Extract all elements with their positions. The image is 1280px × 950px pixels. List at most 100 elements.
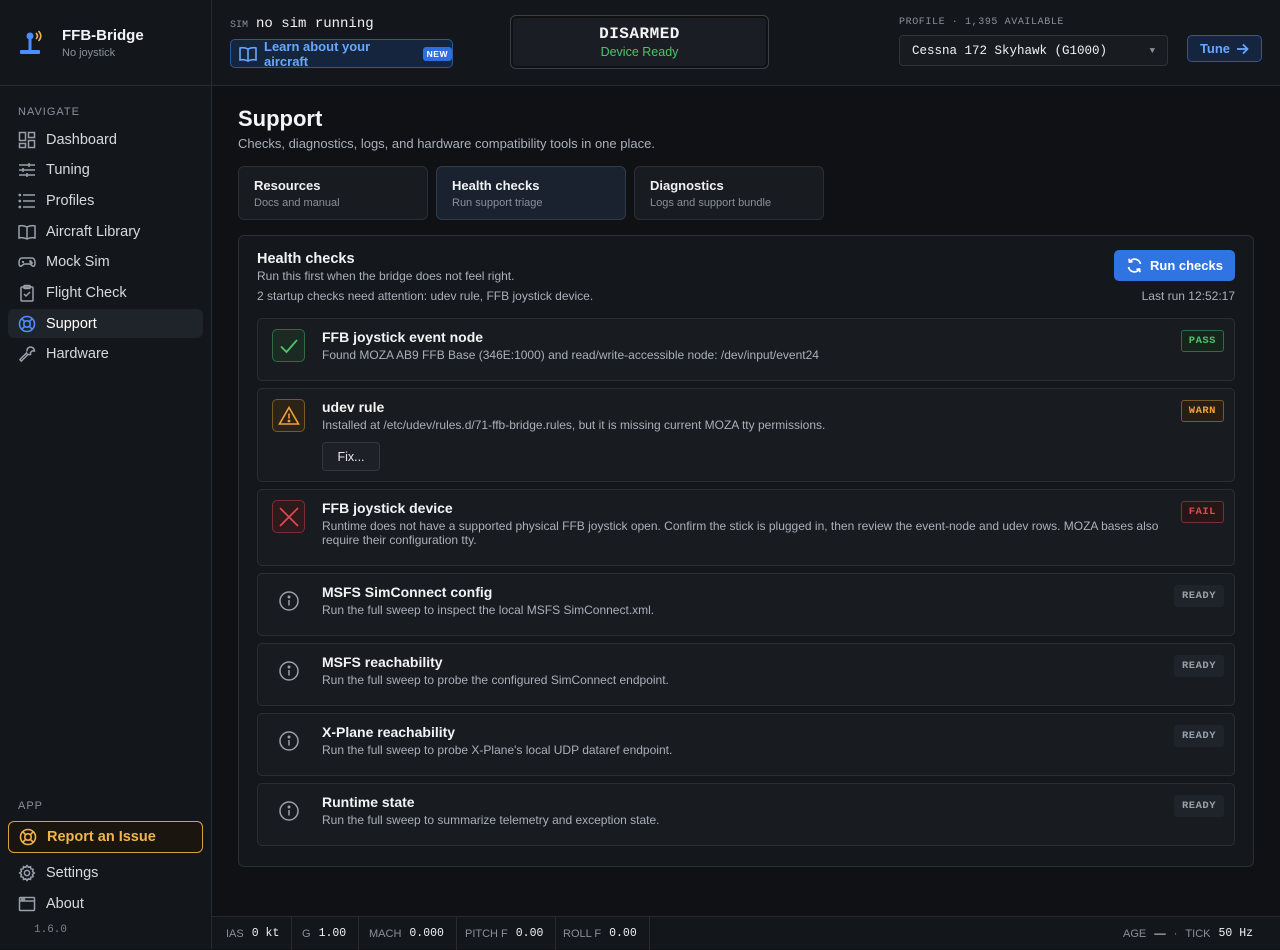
pitch-value: 0.00	[515, 927, 544, 940]
panel-title: Health checks	[257, 251, 355, 267]
app-name: FFB-Bridge	[62, 26, 144, 44]
sidebar-item-mock-sim[interactable]: Mock Sim	[8, 247, 203, 276]
tab-subtitle: Run support triage	[452, 197, 543, 209]
app-version: 1.6.0	[34, 924, 68, 936]
check-title: X-Plane reachability	[322, 724, 456, 740]
arm-status-panel: DISARMED Device Ready	[510, 15, 769, 69]
lifebuoy-icon	[18, 315, 36, 333]
device-status: Device Ready	[600, 45, 679, 59]
report-issue-label: Report an Issue	[47, 829, 156, 845]
status-badge: READY	[1173, 725, 1224, 747]
tab-subtitle: Logs and support bundle	[650, 197, 772, 209]
attention-summary: 2 startup checks need attention: udev ru…	[257, 289, 594, 303]
health-checks-panel: Health checks Run this first when the br…	[238, 235, 1254, 867]
mach-value: 0.000	[409, 927, 444, 940]
check-description: Run the full sweep to probe X-Plane's lo…	[322, 743, 673, 757]
status-badge: WARN	[1180, 400, 1224, 422]
age-label: AGE	[1123, 927, 1147, 940]
learn-aircraft-label: Learn about your aircraft	[264, 38, 371, 69]
tune-label: Tune	[1199, 41, 1231, 56]
info-icon	[272, 654, 305, 687]
sim-value: no sim running	[256, 16, 374, 32]
sidebar-item-label: Hardware	[46, 345, 109, 362]
check-title: FFB joystick event node	[322, 329, 484, 345]
nav-caption: NAVIGATE	[18, 106, 80, 118]
check-row-runtime-state: Runtime state Run the full sweep to summ…	[257, 783, 1235, 846]
roll-readout: ROLL F 0.00	[563, 917, 650, 950]
run-checks-button[interactable]: Run checks	[1114, 250, 1235, 281]
check-title: FFB joystick device	[322, 500, 453, 516]
pitch-label: PITCH F	[465, 927, 508, 940]
refresh-icon	[1126, 257, 1143, 274]
sidebar-item-label: Aircraft Library	[46, 223, 141, 240]
sliders-icon	[18, 161, 36, 179]
sidebar-item-aircraft-library[interactable]: Aircraft Library	[8, 217, 203, 246]
sidebar-item-label: Support	[46, 315, 97, 332]
check-icon	[272, 329, 305, 362]
new-badge: NEW	[422, 46, 452, 61]
window-icon	[18, 895, 36, 913]
check-description: Installed at /etc/udev/rules.d/71-ffb-br…	[322, 418, 826, 432]
check-title: MSFS SimConnect config	[322, 584, 493, 600]
sidebar-item-about[interactable]: About	[8, 889, 203, 918]
info-icon	[272, 584, 305, 617]
page-title: Support	[238, 106, 323, 131]
roll-label: ROLL F	[563, 927, 602, 940]
pitch-readout: PITCH F 0.00	[465, 917, 557, 950]
mach-readout: MACH 0.000	[369, 917, 457, 950]
status-badge: FAIL	[1180, 501, 1224, 523]
g-value: 1.00	[318, 927, 347, 940]
wrench-icon	[18, 345, 36, 363]
sidebar-item-settings[interactable]: Settings	[8, 858, 203, 887]
top-bar: SIM no sim running Learn about your airc…	[212, 0, 1280, 86]
check-row-xplane-reachability: X-Plane reachability Run the full sweep …	[257, 713, 1235, 776]
profile-select[interactable]: Cessna 172 Skyhawk (G1000) ▼	[899, 35, 1168, 66]
check-row-ffb-joystick-device: FFB joystick device Runtime does not hav…	[257, 489, 1235, 566]
tab-diagnostics[interactable]: Diagnostics Logs and support bundle	[634, 166, 824, 220]
tab-title: Health checks	[452, 178, 540, 193]
check-description: Runtime does not have a supported physic…	[322, 519, 1159, 547]
brand: FFB-Bridge No joystick	[0, 0, 211, 86]
gear-icon	[18, 863, 36, 882]
age-value: —	[1154, 927, 1166, 940]
check-row-udev-rule: udev rule Installed at /etc/udev/rules.d…	[257, 388, 1235, 482]
sidebar-item-profiles[interactable]: Profiles	[8, 186, 203, 215]
fix-button[interactable]: Fix...	[322, 442, 380, 471]
check-description: Found MOZA AB9 FFB Base (346E:1000) and …	[322, 348, 819, 362]
check-description: Run the full sweep to probe the configur…	[322, 673, 669, 687]
sidebar-item-label: Settings	[46, 864, 99, 881]
check-description: Run the full sweep to inspect the local …	[322, 603, 655, 617]
tick-label: TICK	[1185, 927, 1211, 940]
dashboard-icon	[18, 131, 36, 149]
report-issue-button[interactable]: Report an Issue	[8, 821, 203, 853]
sidebar-item-tuning[interactable]: Tuning	[8, 155, 203, 184]
sidebar-item-support[interactable]: Support	[8, 309, 203, 338]
x-icon	[272, 500, 305, 533]
panel-subtitle: Run this first when the bridge does not …	[257, 269, 515, 283]
arm-state: DISARMED	[599, 25, 680, 43]
info-icon	[272, 794, 305, 827]
tab-health-checks[interactable]: Health checks Run support triage	[436, 166, 626, 220]
tab-resources[interactable]: Resources Docs and manual	[238, 166, 428, 220]
sidebar-item-hardware[interactable]: Hardware	[8, 339, 203, 368]
ias-value: 0 kt	[251, 927, 280, 940]
tune-button[interactable]: Tune	[1187, 35, 1262, 62]
check-title: udev rule	[322, 399, 385, 415]
joystick-logo-icon	[18, 28, 48, 58]
sidebar-item-label: Profiles	[46, 192, 95, 209]
book-icon	[239, 46, 257, 62]
sidebar-item-flight-check[interactable]: Flight Check	[8, 278, 203, 307]
sidebar-item-label: Mock Sim	[46, 253, 110, 270]
profile-value: Cessna 172 Skyhawk (G1000)	[912, 43, 1108, 58]
sidebar-item-dashboard[interactable]: Dashboard	[8, 125, 203, 154]
learn-aircraft-button[interactable]: Learn about your aircraft NEW	[230, 38, 453, 69]
g-label: G	[302, 927, 311, 940]
info-icon	[272, 724, 305, 757]
g-readout: G 1.00	[302, 917, 360, 950]
sidebar: FFB-Bridge No joystick NAVIGATE Dashboar…	[0, 0, 212, 949]
mach-label: MACH	[369, 927, 402, 940]
status-badge: READY	[1173, 795, 1224, 817]
check-row-ffb-event-node: FFB joystick event node Found MOZA AB9 F…	[257, 318, 1235, 381]
status-badge: READY	[1173, 655, 1224, 677]
joystick-status: No joystick	[62, 46, 116, 59]
